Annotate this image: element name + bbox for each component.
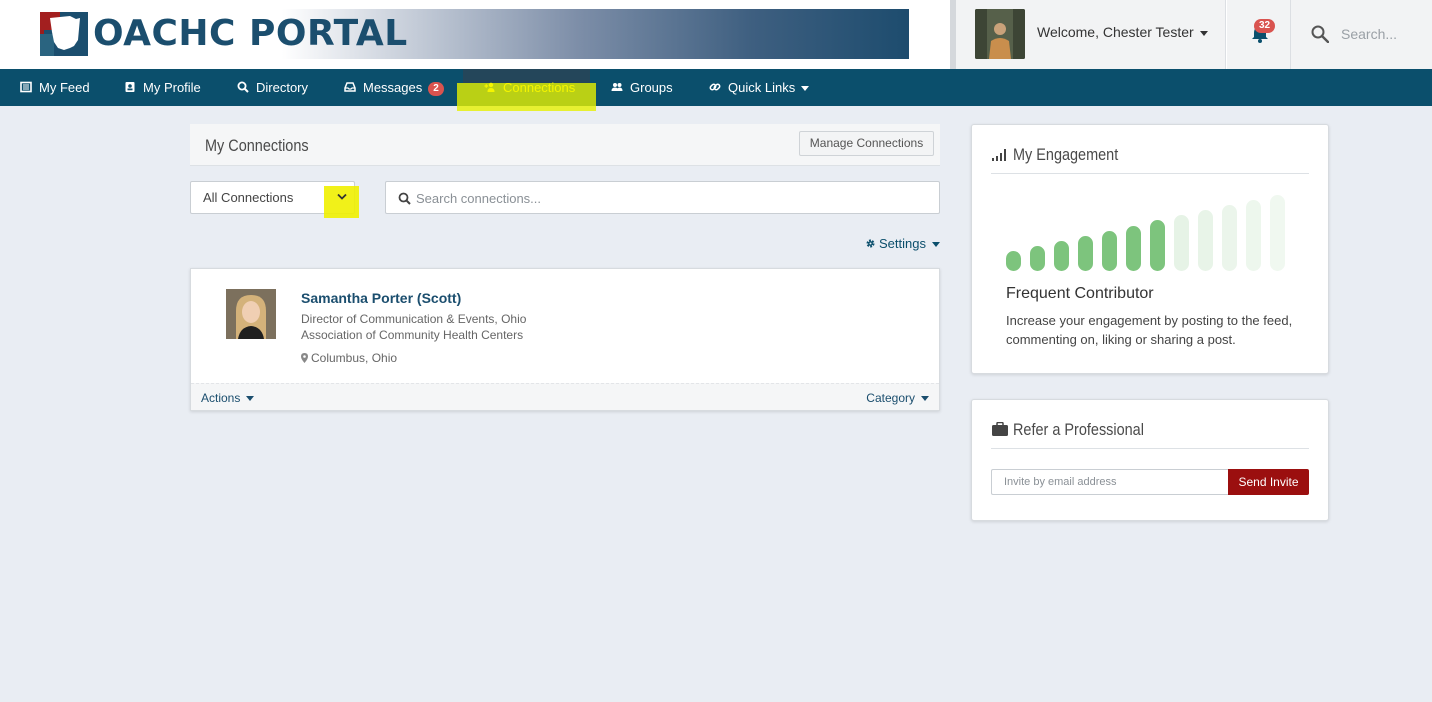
engagement-meter bbox=[1006, 193, 1296, 271]
search-icon bbox=[1311, 25, 1329, 43]
divider bbox=[991, 173, 1309, 174]
map-marker-icon bbox=[301, 353, 308, 363]
category-dropdown[interactable]: Category bbox=[866, 391, 929, 405]
engagement-widget: My Engagement Frequent Contributor Incre… bbox=[971, 124, 1329, 374]
messages-badge: 2 bbox=[428, 82, 444, 96]
engagement-bar bbox=[1006, 251, 1021, 271]
engagement-bar bbox=[1270, 195, 1285, 271]
engagement-title-text: My Engagement bbox=[1013, 145, 1119, 164]
settings-dropdown[interactable]: Settings bbox=[865, 236, 940, 251]
engagement-bar bbox=[1222, 205, 1237, 271]
engagement-bar bbox=[1174, 215, 1189, 271]
engagement-bar bbox=[1126, 225, 1141, 271]
category-label: Category bbox=[866, 391, 915, 405]
user-plus-icon bbox=[484, 82, 495, 92]
users-icon bbox=[611, 83, 623, 91]
location-text: Columbus, Ohio bbox=[311, 351, 398, 365]
connections-search-input[interactable] bbox=[416, 188, 926, 208]
nav-messages[interactable]: Messages 2 bbox=[344, 69, 444, 106]
send-invite-button[interactable]: Send Invite bbox=[1228, 469, 1309, 495]
nav-label: My Profile bbox=[143, 80, 201, 95]
nav-connections[interactable]: Connections bbox=[484, 69, 575, 106]
engagement-level: Frequent Contributor bbox=[1006, 285, 1154, 302]
briefcase-icon bbox=[992, 422, 1008, 436]
nav-label: Directory bbox=[256, 80, 309, 95]
engagement-bar bbox=[1054, 240, 1069, 271]
connection-location: Columbus, Ohio bbox=[301, 351, 397, 365]
connections-header: My Connections Manage Connections bbox=[190, 124, 940, 166]
nav-directory[interactable]: Directory bbox=[237, 69, 308, 106]
connection-title-line1: Director of Communication & Events, Ohio bbox=[301, 312, 527, 326]
global-search[interactable] bbox=[1291, 0, 1432, 69]
notification-badge: 32 bbox=[1254, 19, 1276, 33]
profile-card-icon bbox=[125, 82, 135, 92]
nav-quick-links[interactable]: Quick Links bbox=[709, 69, 810, 106]
manage-connections-button[interactable]: Manage Connections bbox=[799, 131, 934, 156]
nav-my-profile[interactable]: My Profile bbox=[124, 69, 201, 106]
engagement-bar bbox=[1198, 210, 1213, 271]
nav-label: Connections bbox=[503, 80, 576, 95]
refer-title-text: Refer a Professional bbox=[1013, 420, 1144, 439]
profile-photo-icon bbox=[226, 289, 276, 339]
caret-down-icon bbox=[931, 242, 940, 248]
nav-label: Messages bbox=[363, 80, 423, 95]
card-footer: Actions Category bbox=[191, 383, 939, 410]
engagement-bar bbox=[1246, 200, 1261, 271]
engagement-bar bbox=[1102, 230, 1117, 271]
engagement-title: My Engagement bbox=[991, 145, 1137, 165]
engagement-description: Increase your engagement by posting to t… bbox=[1006, 313, 1293, 347]
welcome-dropdown[interactable]: Welcome, Chester Tester bbox=[1037, 24, 1208, 40]
nav-label: My Feed bbox=[39, 80, 90, 95]
site-header: OACHC PORTAL Welcome, Chester Tester 32 bbox=[0, 0, 1432, 69]
link-icon bbox=[709, 83, 721, 91]
actions-label: Actions bbox=[201, 391, 241, 405]
avatar-photo-icon bbox=[975, 9, 1025, 59]
divider bbox=[991, 448, 1309, 449]
user-menu[interactable]: Welcome, Chester Tester bbox=[956, 0, 1226, 69]
search-icon bbox=[398, 192, 411, 205]
caret-down-icon bbox=[246, 396, 255, 402]
chevron-down-icon[interactable] bbox=[337, 193, 347, 201]
caret-down-icon bbox=[1199, 30, 1208, 36]
page-title: My Connections bbox=[205, 136, 309, 155]
connection-name-link[interactable]: Samantha Porter (Scott) bbox=[301, 290, 461, 306]
nav-my-feed[interactable]: My Feed bbox=[20, 69, 90, 106]
engagement-bar bbox=[1078, 235, 1093, 271]
nav-groups[interactable]: Groups bbox=[611, 69, 673, 106]
gear-icon bbox=[866, 239, 875, 248]
connections-search[interactable] bbox=[385, 181, 940, 214]
nav-label: Quick Links bbox=[728, 80, 796, 95]
inbox-icon bbox=[344, 82, 356, 92]
search-icon bbox=[237, 81, 249, 93]
global-search-input[interactable] bbox=[1341, 22, 1429, 46]
ohio-logo-icon[interactable] bbox=[40, 12, 88, 56]
welcome-text: Welcome, Chester Tester bbox=[1037, 24, 1194, 40]
actions-dropdown[interactable]: Actions bbox=[201, 391, 255, 405]
refer-title: Refer a Professional bbox=[991, 420, 1167, 440]
engagement-bar bbox=[1030, 245, 1045, 271]
caret-down-icon bbox=[801, 86, 810, 92]
notifications[interactable]: 32 bbox=[1227, 0, 1291, 69]
portal-logo-text[interactable]: OACHC PORTAL bbox=[93, 10, 408, 58]
invite-email-input[interactable] bbox=[991, 469, 1229, 495]
connection-card: Samantha Porter (Scott) Director of Comm… bbox=[190, 268, 940, 411]
newspaper-icon bbox=[20, 81, 32, 93]
filter-selected-value: All Connections bbox=[203, 190, 294, 205]
signal-bars-icon bbox=[992, 149, 1006, 161]
caret-down-icon bbox=[921, 396, 929, 402]
connection-title-line2: Association of Community Health Centers bbox=[301, 328, 524, 342]
refer-widget: Refer a Professional Send Invite bbox=[971, 399, 1329, 521]
settings-label: Settings bbox=[879, 236, 926, 251]
avatar[interactable] bbox=[975, 9, 1025, 59]
select-highlight bbox=[324, 186, 359, 218]
avatar[interactable] bbox=[226, 289, 276, 339]
nav-label: Groups bbox=[630, 80, 673, 95]
engagement-bar bbox=[1150, 220, 1165, 271]
